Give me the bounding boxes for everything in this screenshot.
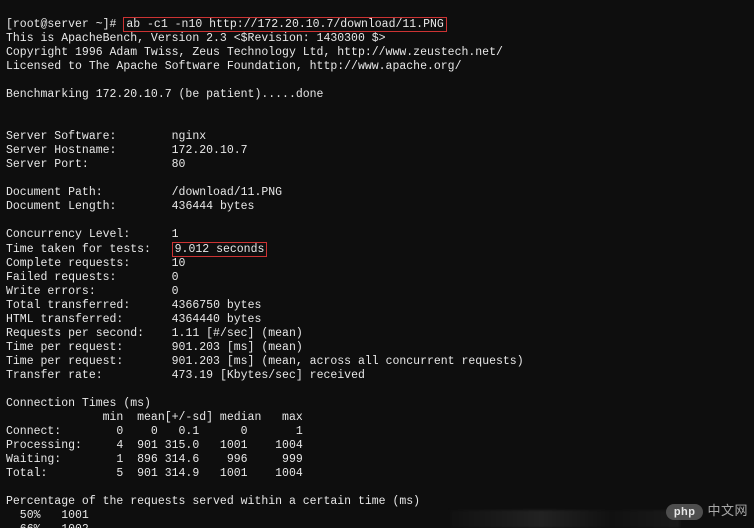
shell-prompt: [root@server ~]# bbox=[6, 18, 116, 31]
complete-requests-value: 10 bbox=[172, 257, 186, 270]
conn-times-processing: Processing: 4 901 315.0 1001 1004 bbox=[6, 439, 303, 452]
decorative-blur bbox=[450, 510, 680, 528]
failed-requests-label: Failed requests: bbox=[6, 271, 116, 284]
total-transferred-value: 4366750 bytes bbox=[172, 299, 262, 312]
transfer-rate-value: 473.19 [Kbytes/sec] received bbox=[172, 369, 365, 382]
command-highlight: ab -c1 -n10 http://172.20.10.7/download/… bbox=[123, 17, 446, 32]
ab-header-line1: This is ApacheBench, Version 2.3 <$Revis… bbox=[6, 32, 386, 45]
benchmark-status: Benchmarking 172.20.10.7 (be patient)...… bbox=[6, 88, 323, 101]
server-hostname-label: Server Hostname: bbox=[6, 144, 116, 157]
rps-label: Requests per second: bbox=[6, 327, 144, 340]
total-transferred-label: Total transferred: bbox=[6, 299, 130, 312]
tpr2-value: 901.203 [ms] (mean, across all concurren… bbox=[172, 355, 524, 368]
html-transferred-label: HTML transferred: bbox=[6, 313, 123, 326]
complete-requests-label: Complete requests: bbox=[6, 257, 130, 270]
conn-times-title: Connection Times (ms) bbox=[6, 397, 151, 410]
tpr1-label: Time per request: bbox=[6, 341, 123, 354]
write-errors-label: Write errors: bbox=[6, 285, 96, 298]
failed-requests-value: 0 bbox=[172, 271, 179, 284]
html-transferred-value: 4364440 bytes bbox=[172, 313, 262, 326]
concurrency-label: Concurrency Level: bbox=[6, 228, 130, 241]
watermark-text: 中文网 bbox=[707, 503, 748, 518]
server-port-label: Server Port: bbox=[6, 158, 89, 171]
percentiles-title: Percentage of the requests served within… bbox=[6, 495, 420, 508]
write-errors-value: 0 bbox=[172, 285, 179, 298]
conn-times-connect: Connect: 0 0 0.1 0 1 bbox=[6, 425, 303, 438]
document-length-value: 436444 bytes bbox=[172, 200, 255, 213]
terminal-output[interactable]: [root@server ~]# ab -c1 -n10 http://172.… bbox=[0, 0, 754, 528]
concurrency-value: 1 bbox=[172, 228, 179, 241]
ab-header-line3: Licensed to The Apache Software Foundati… bbox=[6, 60, 461, 73]
conn-times-header: min mean[+/-sd] median max bbox=[6, 411, 303, 424]
conn-times-waiting: Waiting: 1 896 314.6 996 999 bbox=[6, 453, 303, 466]
document-path-label: Document Path: bbox=[6, 186, 103, 199]
time-taken-highlight: 9.012 seconds bbox=[172, 242, 268, 257]
server-port-value: 80 bbox=[172, 158, 186, 171]
percentile-66: 66% 1002 bbox=[6, 523, 89, 528]
watermark: php中文网 bbox=[666, 504, 748, 520]
ab-header-line2: Copyright 1996 Adam Twiss, Zeus Technolo… bbox=[6, 46, 503, 59]
tpr2-label: Time per request: bbox=[6, 355, 123, 368]
rps-value: 1.11 [#/sec] (mean) bbox=[172, 327, 303, 340]
tpr1-value: 901.203 [ms] (mean) bbox=[172, 341, 303, 354]
time-taken-label: Time taken for tests: bbox=[6, 243, 151, 256]
percentile-50: 50% 1001 bbox=[6, 509, 89, 522]
conn-times-total: Total: 5 901 314.9 1001 1004 bbox=[6, 467, 303, 480]
document-length-label: Document Length: bbox=[6, 200, 116, 213]
document-path-value: /download/11.PNG bbox=[172, 186, 282, 199]
server-hostname-value: 172.20.10.7 bbox=[172, 144, 248, 157]
watermark-pill: php bbox=[666, 504, 704, 520]
transfer-rate-label: Transfer rate: bbox=[6, 369, 103, 382]
server-software-value: nginx bbox=[172, 130, 207, 143]
server-software-label: Server Software: bbox=[6, 130, 116, 143]
